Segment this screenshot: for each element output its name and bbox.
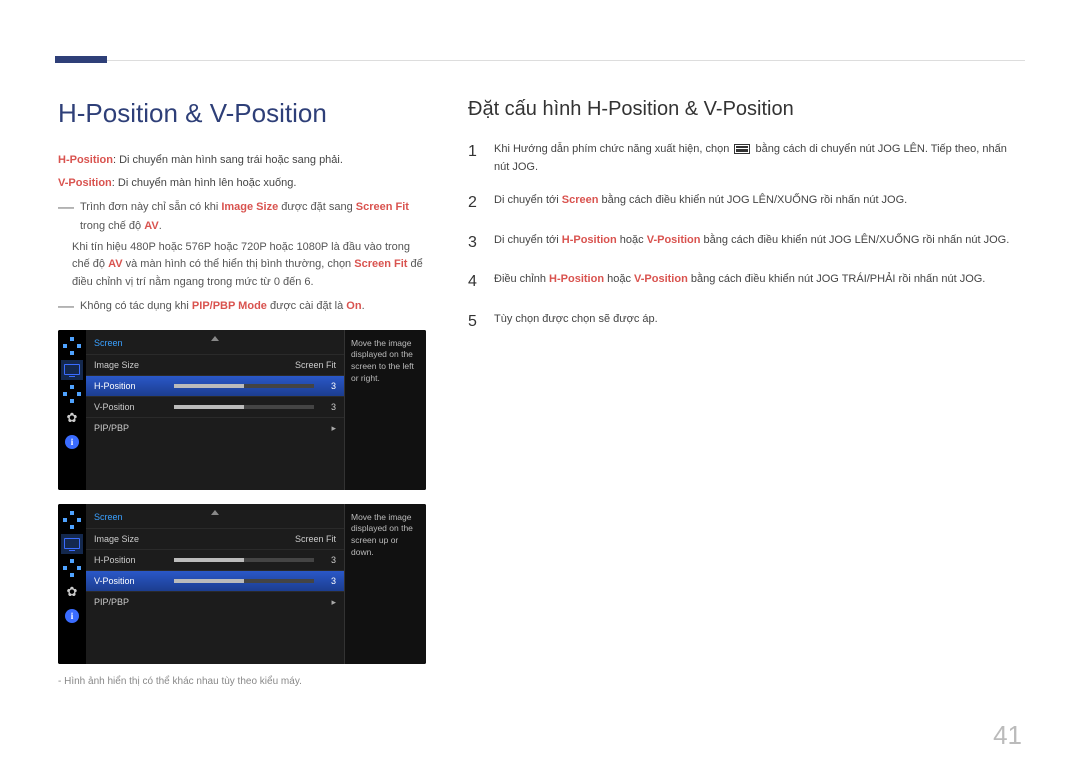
osd-row-label: Image Size [94, 360, 168, 370]
osd-row[interactable]: H-Position 3 [86, 375, 344, 396]
step-num: 3 [468, 230, 482, 256]
sidebar-settings-icon: ✿ [61, 408, 83, 428]
osd-slider[interactable] [174, 558, 314, 562]
osd-row-value: 3 [320, 381, 336, 391]
step: 4 Điều chỉnh H-Position hoặc V-Position b… [468, 269, 1022, 295]
sidebar-info-icon: i [61, 606, 83, 626]
sidebar-screen-icon [61, 360, 83, 380]
note-1-text: Trình đơn này chỉ sẵn có khi Image Size … [80, 198, 428, 234]
desc-v-text: : Di chuyển màn hình lên hoặc xuống. [112, 177, 297, 189]
osd-sidebar: ✿i [58, 330, 86, 490]
osd-row[interactable]: Image Size Screen Fit [86, 528, 344, 549]
scroll-up-icon [211, 336, 219, 341]
sidebar-dpad-icon [61, 510, 83, 530]
osd-row-label: V-Position [94, 402, 168, 412]
step-text: Di chuyển tới Screen bằng cách điều khiể… [494, 190, 1022, 216]
sidebar-info-icon: i [61, 432, 83, 452]
note-2: ― Không có tác dụng khi PIP/PBP Mode đượ… [58, 297, 428, 315]
osd-row-label: PIP/PBP [94, 423, 168, 433]
footnote: - Hình ảnh hiển thị có thể khác nhau tùy… [58, 676, 428, 687]
header-rule [55, 60, 1025, 61]
step-text: Khi Hướng dẫn phím chức năng xuất hiện, … [494, 139, 1022, 176]
scroll-up-icon [211, 510, 219, 515]
osd-help-text: Move the image displayed on the screen t… [344, 330, 426, 490]
step-text: Di chuyển tới H-Position hoặc V-Position… [494, 230, 1022, 256]
page-number: 41 [993, 720, 1022, 751]
step-text: Điều chỉnh H-Position hoặc V-Position bằ… [494, 269, 1022, 295]
osd-row-value: 3 [320, 402, 336, 412]
step-text: Tùy chọn được chọn sẽ được áp. [494, 309, 1022, 335]
osd-row[interactable]: V-Position 3 [86, 570, 344, 591]
v-position-label: V-Position [58, 177, 112, 189]
osd-row-value: 3 [320, 576, 336, 586]
sidebar-settings-icon: ✿ [61, 582, 83, 602]
step: 2 Di chuyển tới Screen bằng cách điều khi… [468, 190, 1022, 216]
note-1: ― Trình đơn này chỉ sẵn có khi Image Siz… [58, 198, 428, 234]
osd-slider[interactable] [174, 384, 314, 388]
page-title: H-Position & V-Position [58, 98, 428, 129]
osd-row-label: H-Position [94, 555, 168, 565]
osd-row-value: Screen Fit [174, 534, 336, 544]
desc-h-text: : Di chuyển màn hình sang trái hoặc sang… [113, 154, 343, 166]
sidebar-dpad-icon [61, 336, 83, 356]
osd-slider[interactable] [174, 579, 314, 583]
osd-main: ScreenImage SizeScreen FitH-Position3V-P… [86, 504, 426, 664]
osd-row-label: PIP/PBP [94, 597, 168, 607]
step: 3 Di chuyển tới H-Position hoặc V-Positio… [468, 230, 1022, 256]
osd-list: ScreenImage SizeScreen FitH-Position3V-P… [86, 504, 344, 664]
osd-row[interactable]: V-Position 3 [86, 396, 344, 417]
sidebar-dpad-icon [61, 384, 83, 404]
desc-h: H-Position: Di chuyển màn hình sang trái… [58, 151, 428, 170]
step: 5 Tùy chọn được chọn sẽ được áp. [468, 309, 1022, 335]
h-position-label: H-Position [58, 154, 113, 166]
step: 1 Khi Hướng dẫn phím chức năng xuất hiện,… [468, 139, 1022, 176]
step-num: 1 [468, 139, 482, 176]
osd-row[interactable]: H-Position 3 [86, 549, 344, 570]
osd-slider[interactable] [174, 405, 314, 409]
steps-list: 1 Khi Hướng dẫn phím chức năng xuất hiện,… [468, 139, 1022, 335]
osd-container: ✿iScreenImage SizeScreen FitH-Position3V… [58, 330, 428, 664]
right-column: Đặt cấu hình H-Position & V-Position 1 Kh… [468, 98, 1022, 687]
dash-icon: ― [58, 297, 74, 315]
osd-row[interactable]: Image Size Screen Fit [86, 354, 344, 375]
osd-list: ScreenImage SizeScreen FitH-Position3V-P… [86, 330, 344, 490]
osd-row-label: H-Position [94, 381, 168, 391]
note-2-text: Không có tác dụng khi PIP/PBP Mode được … [80, 297, 428, 315]
osd-row-value: 3 [320, 555, 336, 565]
sidebar-dpad-icon [61, 558, 83, 578]
menu-icon [734, 144, 750, 154]
chevron-right-icon: ▸ [326, 423, 336, 434]
step-num: 2 [468, 190, 482, 216]
osd-main: ScreenImage SizeScreen FitH-Position3V-P… [86, 330, 426, 490]
left-column: H-Position & V-Position H-Position: Di c… [58, 98, 428, 687]
osd-sidebar: ✿i [58, 504, 86, 664]
content: H-Position & V-Position H-Position: Di c… [58, 98, 1022, 687]
osd-row-label: V-Position [94, 576, 168, 586]
desc-v: V-Position: Di chuyển màn hình lên hoặc … [58, 174, 428, 193]
dash-icon: ― [58, 198, 74, 234]
step-num: 5 [468, 309, 482, 335]
sidebar-screen-icon [61, 534, 83, 554]
section-subtitle: Đặt cấu hình H-Position & V-Position [468, 98, 1022, 121]
osd-panel: ✿iScreenImage SizeScreen FitH-Position3V… [58, 330, 426, 490]
sub-note: Khi tín hiệu 480P hoặc 576P hoặc 720P ho… [72, 239, 428, 292]
osd-help-text: Move the image displayed on the screen u… [344, 504, 426, 664]
osd-row-value: Screen Fit [174, 360, 336, 370]
osd-row[interactable]: PIP/PBP ▸ [86, 591, 344, 613]
osd-row-label: Image Size [94, 534, 168, 544]
header-accent [55, 56, 107, 63]
osd-row[interactable]: PIP/PBP ▸ [86, 417, 344, 439]
chevron-right-icon: ▸ [326, 597, 336, 608]
osd-panel: ✿iScreenImage SizeScreen FitH-Position3V… [58, 504, 426, 664]
step-num: 4 [468, 269, 482, 295]
